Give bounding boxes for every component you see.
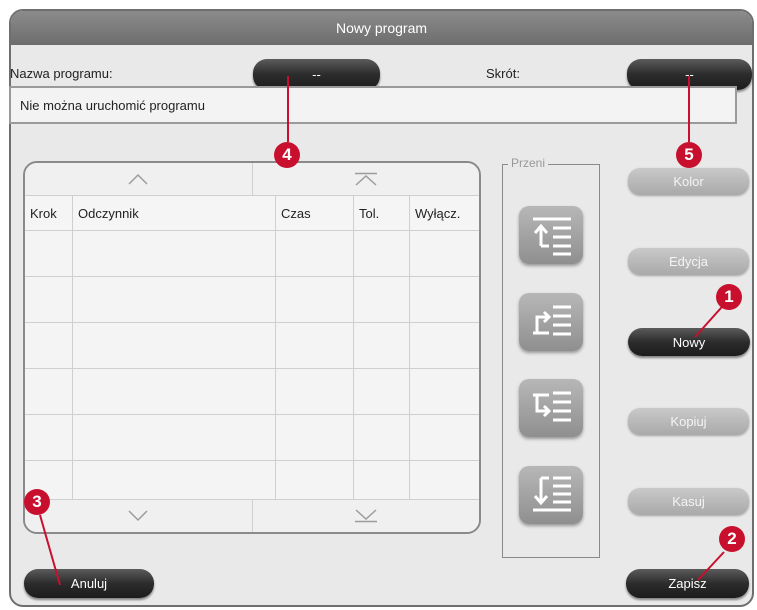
table-row[interactable]	[25, 277, 479, 323]
table-body	[25, 231, 479, 506]
move-to-bottom-button[interactable]	[519, 466, 583, 524]
column-header-reagent: Odczynnik	[73, 196, 276, 230]
table-row[interactable]	[25, 323, 479, 369]
move-up-button[interactable]	[519, 293, 583, 351]
move-to-bottom-icon	[533, 476, 571, 512]
copy-button[interactable]: Kopiuj	[628, 408, 749, 435]
color-button[interactable]: Kolor	[628, 168, 749, 195]
dialog-title: Nowy program	[11, 11, 752, 45]
table-scroll-top-row	[25, 163, 479, 196]
program-steps-table: Krok Odczynnik Czas Tol. Wyłącz.	[23, 161, 481, 534]
move-panel-title: Przeni	[508, 156, 549, 170]
callout-marker-3: 3	[24, 489, 50, 515]
callout-marker-5: 5	[676, 142, 702, 168]
scroll-down-button[interactable]	[25, 500, 252, 532]
scroll-up-button[interactable]	[25, 163, 252, 195]
move-down-icon	[533, 391, 571, 422]
move-down-button[interactable]	[519, 379, 583, 437]
scroll-down-icon	[128, 510, 148, 522]
move-to-top-button[interactable]	[519, 206, 583, 264]
move-up-icon	[533, 305, 571, 336]
scroll-bottom-button[interactable]	[251, 500, 480, 532]
scroll-bottom-icon	[354, 509, 377, 523]
column-header-step: Krok	[25, 196, 73, 230]
callout-marker-2: 2	[719, 526, 745, 552]
column-header-tolerance: Tol.	[354, 196, 410, 230]
move-to-top-icon	[533, 217, 571, 256]
status-message: Nie można uruchomić programu	[9, 86, 737, 124]
table-header: Krok Odczynnik Czas Tol. Wyłącz.	[25, 196, 479, 231]
edit-button[interactable]: Edycja	[628, 248, 749, 275]
program-name-label: Nazwa programu:	[10, 66, 113, 81]
table-row[interactable]	[25, 369, 479, 415]
new-button[interactable]: Nowy	[628, 328, 750, 356]
delete-button[interactable]: Kasuj	[628, 488, 749, 515]
table-row[interactable]	[25, 231, 479, 277]
save-button[interactable]: Zapisz	[626, 569, 749, 598]
cancel-button[interactable]: Anuluj	[24, 569, 154, 598]
table-row[interactable]	[25, 415, 479, 461]
short-name-label: Skrót:	[486, 66, 520, 81]
column-header-exclude: Wyłącz.	[415, 205, 461, 221]
callout-marker-1: 1	[716, 284, 742, 310]
callout-marker-4: 4	[274, 142, 300, 168]
table-scroll-bottom-row	[25, 499, 479, 532]
column-header-time: Czas	[276, 196, 354, 230]
scroll-top-icon	[354, 172, 377, 186]
scroll-up-icon	[128, 173, 148, 185]
